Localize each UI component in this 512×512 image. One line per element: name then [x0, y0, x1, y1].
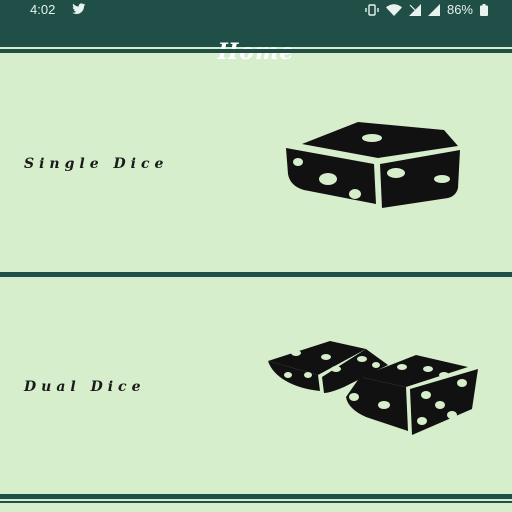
dual-dice-card[interactable]: Dual Dice [0, 279, 512, 494]
bottom-divider [0, 494, 512, 499]
battery-icon [480, 3, 488, 16]
signal-icon [427, 3, 440, 16]
dual-dice-label: Dual Dice [24, 379, 146, 395]
vibrate-icon [365, 3, 379, 16]
signal-icon [408, 3, 421, 16]
status-icons: 86% [365, 2, 488, 17]
single-dice-card[interactable]: Single Dice [0, 56, 512, 272]
dual-dice-icon [268, 341, 478, 435]
single-dice-label: Single Dice [24, 156, 169, 172]
battery-percent: 86% [446, 2, 473, 17]
twitter-icon [72, 3, 86, 15]
single-dice-icon [286, 122, 460, 208]
status-bar: 4:02 86% [0, 0, 512, 20]
bottom-divider-thin [0, 501, 512, 503]
app-bar: Home [0, 20, 512, 65]
section-divider [0, 272, 512, 277]
status-time: 4:02 [30, 2, 56, 17]
app-bar-divider [0, 49, 512, 53]
wifi-icon [385, 3, 402, 16]
